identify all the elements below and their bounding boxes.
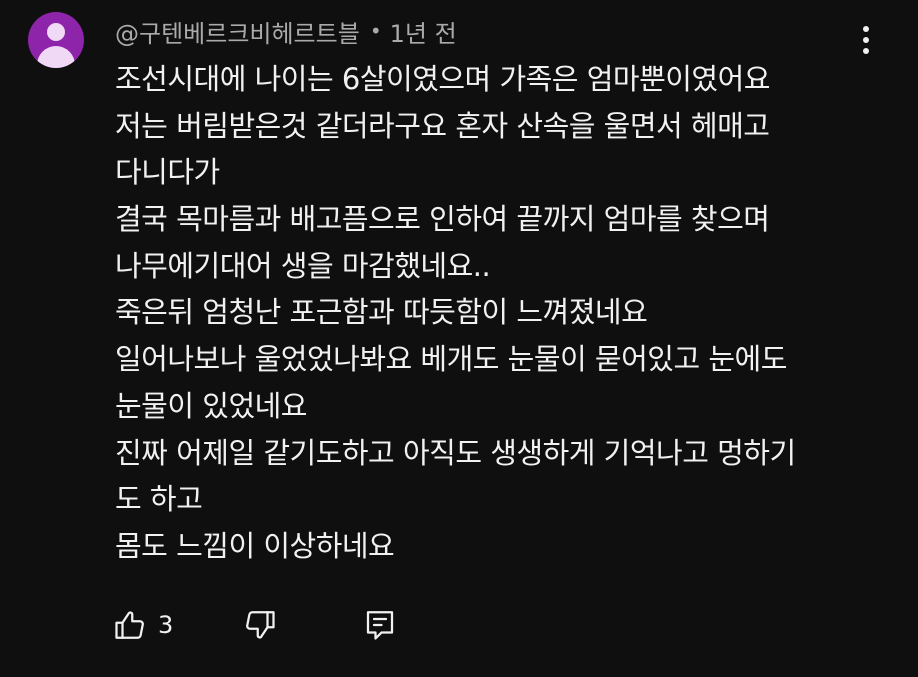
reply-button[interactable] [362,603,398,647]
like-count: 3 [158,611,174,639]
comment-body: 조선시대에 나이는 6살이였으며 가족은 엄마뿐이였어요 저는 버림받은것 같더… [115,56,875,570]
separator-dot: • [369,19,382,43]
more-options-button[interactable] [852,22,880,58]
comment-line: 몸도 느낌이 이상하네요 [115,528,395,563]
person-icon-head [47,23,65,41]
comment-line: 죽은뒤 엄청난 포근함과 따듯함이 느껴졌네요 [115,295,648,330]
person-icon-body [37,46,75,68]
author-name[interactable]: @구텐베르크비헤르트블 [115,14,360,49]
comment-line: 나무에기대어 생을 마감했네요.. [115,248,491,283]
comment-line: 다니다가 [115,155,220,190]
comment-line: 일어나보나 울었었나봐요 베개도 눈물이 묻어있고 눈에도 [115,342,787,377]
comment-line: 결국 목마름과 배고픔으로 인하여 끝까지 엄마를 찾으며 [115,202,770,237]
comment-header: @구텐베르크비헤르트블 • 1년 전 [115,14,457,48]
comment-time[interactable]: 1년 전 [390,14,457,49]
more-vertical-icon [863,26,869,32]
comment-line: 도 하고 [115,482,203,517]
like-button[interactable]: 3 [112,603,173,647]
comment-line: 조선시대에 나이는 6살이였으며 가족은 엄마뿐이였어요 [115,62,770,96]
dislike-button[interactable] [242,603,278,647]
reply-comment-icon [366,611,394,640]
comment-line: 눈물이 있었네요 [115,388,307,423]
thumbs-up-icon [115,611,144,639]
avatar[interactable] [28,12,84,68]
comment-line: 진짜 어제일 같기도하고 아직도 생생하게 기억나고 멍하기 [115,435,796,470]
comment-line: 저는 버림받은것 같더라구요 혼자 산속을 울면서 헤매고 [115,108,770,143]
thumbs-down-icon [246,611,275,639]
comment-thread: @구텐베르크비헤르트블 • 1년 전 조선시대에 나이는 6살이였으며 가족은 … [0,0,918,677]
